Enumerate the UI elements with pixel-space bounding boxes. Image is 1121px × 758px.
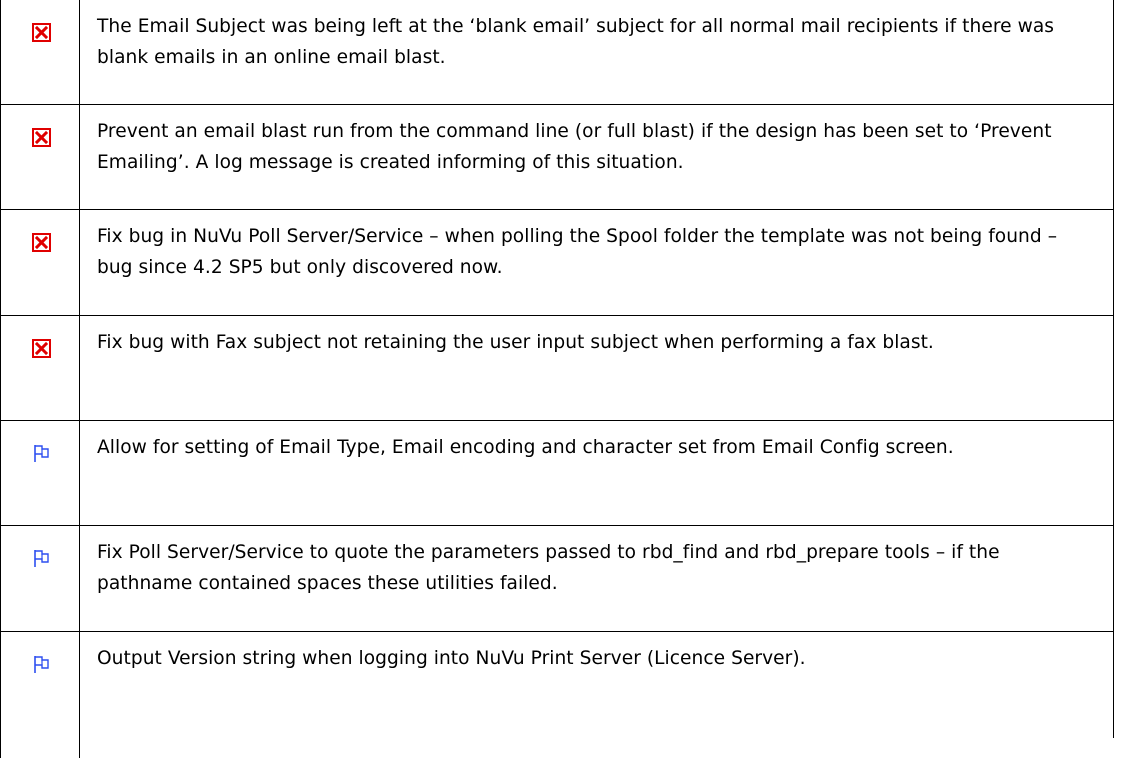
blue-flag-icon [34, 550, 49, 567]
row-text: Output Version string when logging into … [97, 648, 806, 669]
table-row: Fix bug with Fax subject not retaining t… [0, 316, 1114, 421]
icon-cell [0, 316, 79, 421]
red-x-box-icon [32, 339, 51, 358]
row-text: Prevent an email blast run from the comm… [97, 121, 1052, 173]
row-text: Fix Poll Server/Service to quote the par… [97, 542, 1000, 594]
table-row: The Email Subject was being left at the … [0, 0, 1114, 105]
change-log-table: The Email Subject was being left at the … [0, 0, 1114, 758]
red-x-box-icon [32, 128, 51, 147]
red-x-box-icon [32, 23, 51, 42]
row-text: Fix bug with Fax subject not retaining t… [97, 332, 934, 353]
table-row: Allow for setting of Email Type, Email e… [0, 421, 1114, 526]
blue-flag-icon [34, 445, 49, 462]
icon-cell [0, 632, 79, 758]
icon-cell [0, 105, 79, 210]
table-row: Fix Poll Server/Service to quote the par… [0, 526, 1114, 632]
row-text: Fix bug in NuVu Poll Server/Service – wh… [97, 226, 1058, 278]
table-row: Fix bug in NuVu Poll Server/Service – wh… [0, 210, 1114, 316]
blue-flag-icon [34, 656, 49, 673]
red-x-box-icon [32, 233, 51, 252]
table-row: Prevent an email blast run from the comm… [0, 105, 1114, 210]
row-text: The Email Subject was being left at the … [97, 16, 1055, 68]
icon-cell [0, 210, 79, 316]
table-row: Output Version string when logging into … [0, 632, 1114, 758]
row-text: Allow for setting of Email Type, Email e… [97, 437, 954, 458]
icon-cell [0, 526, 79, 632]
icon-cell [0, 421, 79, 526]
icon-cell [0, 0, 79, 105]
